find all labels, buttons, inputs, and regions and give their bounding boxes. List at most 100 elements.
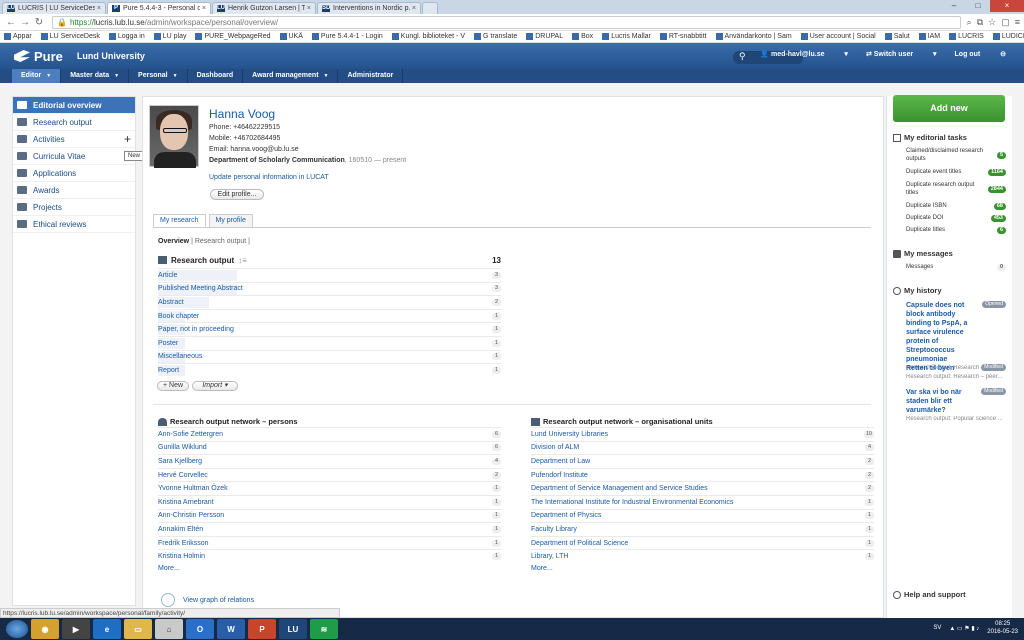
network-row[interactable]: Ann-Christin Persson 1 xyxy=(158,508,501,523)
bookmark-item[interactable]: RT-snabbtitt xyxy=(659,33,707,40)
sidebar-item-editorial-overview[interactable]: Editorial overview xyxy=(13,97,135,114)
bookmark-item[interactable]: Pure 5.4.4-1 - Login xyxy=(311,33,383,40)
tab-my-research[interactable]: My research xyxy=(153,214,206,227)
menu-icon[interactable]: ≡ xyxy=(1015,17,1020,28)
menu-dashboard[interactable]: Dashboard xyxy=(188,69,244,83)
user-menu[interactable]: 👤 med-havl@lu.se ▾ xyxy=(760,50,848,58)
research-output-row[interactable]: Article 3 xyxy=(158,268,501,282)
file-explorer-icon[interactable]: ▭ xyxy=(124,619,152,639)
network-row[interactable]: Gunilla Wiklund 6 xyxy=(158,440,501,455)
lu-app-icon[interactable]: LU xyxy=(279,619,307,639)
network-row[interactable]: Annakim Eltén 1 xyxy=(158,522,501,536)
tray-icons[interactable]: ▲ ▭ ⚑ ▮ ♪ xyxy=(949,625,979,632)
network-row[interactable]: Fredrik Eriksson 1 xyxy=(158,535,501,550)
pure-logo[interactable]: Pure xyxy=(14,49,63,64)
network-row[interactable]: Department of Law 2 xyxy=(531,454,874,468)
sidebar-item-curricula-vitae[interactable]: Curricula Vitae xyxy=(13,148,135,165)
network-row[interactable]: Sara Kjellberg 4 xyxy=(158,454,501,468)
edit-profile-button[interactable]: Edit profile... xyxy=(210,189,264,200)
history-item[interactable]: Var ska vi bo när staden blir ett varumä… xyxy=(906,388,1006,422)
more-link[interactable]: More... xyxy=(158,565,501,572)
network-row[interactable]: Lund University Libraries 10 xyxy=(531,427,874,441)
more-link[interactable]: More... xyxy=(531,565,874,572)
subtab-overview[interactable]: Overview xyxy=(158,238,189,245)
network-row[interactable]: Department of Political Science 1 xyxy=(531,535,874,550)
switch-user-button[interactable]: ⇄ Switch user ▾ xyxy=(866,50,937,58)
bookmark-item[interactable]: UKÄ xyxy=(279,33,303,40)
maximize-icon[interactable]: □ xyxy=(966,0,990,12)
menu-award-management[interactable]: Award management ▼ xyxy=(243,69,339,83)
research-output-row[interactable]: Published Meeting Abstract 3 xyxy=(158,281,501,296)
network-row[interactable]: Department of Service Management and Ser… xyxy=(531,481,874,495)
bookmark-item[interactable]: LU play xyxy=(153,33,186,40)
email-value[interactable]: hanna.voog@ub.lu.se xyxy=(230,146,298,153)
view-graph-link[interactable]: View graph of relations xyxy=(161,593,254,607)
help-support-link[interactable]: Help and support xyxy=(893,590,966,599)
network-row[interactable]: Library, LTH 1 xyxy=(531,549,874,563)
research-output-row[interactable]: Paper, not in proceeding 1 xyxy=(158,322,501,336)
network-row[interactable]: Kristina Arnebrant 1 xyxy=(158,494,501,509)
menu-master-data[interactable]: Master data ▼ xyxy=(61,69,130,83)
research-output-row[interactable]: Poster 1 xyxy=(158,335,501,350)
star-icon[interactable]: ☆ xyxy=(988,17,996,28)
import-button[interactable]: Import ▾ xyxy=(192,381,238,391)
browser-tab[interactable]: SD Interventions in Nordic p... × xyxy=(317,2,421,14)
menu-editor[interactable]: Editor ▼ xyxy=(12,69,62,83)
browser-tab[interactable]: LU LUCRIS | LU ServiceDesk × xyxy=(2,2,106,14)
plus-icon[interactable]: + xyxy=(124,133,131,145)
extension-icon[interactable]: ⧉ xyxy=(977,17,983,28)
sidebar-item-research-output[interactable]: Research output xyxy=(13,114,135,131)
profile-name[interactable]: Hanna Voog xyxy=(209,107,275,121)
bookmark-item[interactable]: Logga in xyxy=(108,33,145,40)
bookmark-item[interactable]: IAM xyxy=(918,33,940,40)
bookmark-item[interactable]: PURE_WebpageRed xyxy=(195,33,271,40)
bookmark-item[interactable]: Kungl. biblioteket - V xyxy=(391,33,465,40)
network-row[interactable]: Hervé Corvellec 2 xyxy=(158,467,501,482)
close-icon[interactable]: × xyxy=(97,3,101,14)
sort-icon[interactable]: ↕≡ xyxy=(238,256,247,265)
research-output-row[interactable]: Abstract 2 xyxy=(158,295,501,309)
bookmark-item[interactable]: DRUPAL xyxy=(526,33,563,40)
editorial-task[interactable]: Duplicate titles 6 xyxy=(906,226,1006,234)
update-lucat-link[interactable]: Update personal information in LUCAT xyxy=(209,174,329,181)
browser-tab-active[interactable]: P Pure 5.4.4-3 - Personal o... × xyxy=(107,2,211,14)
research-output-row[interactable]: Miscellaneous 1 xyxy=(158,349,501,364)
history-item[interactable]: Retten til byen Research output: Research… xyxy=(906,364,1006,380)
editorial-task[interactable]: Duplicate ISBN 68 xyxy=(906,202,1006,210)
editorial-task[interactable]: Duplicate research output titles 2844 xyxy=(906,181,1006,197)
page-icon[interactable]: ▢ xyxy=(1001,17,1010,28)
powerpoint-icon[interactable]: P xyxy=(248,619,276,639)
internet-explorer-icon[interactable]: e xyxy=(93,619,121,639)
bookmark-item[interactable]: LU ServiceDesk xyxy=(40,33,100,40)
chrome-icon[interactable]: ◉ xyxy=(31,619,59,639)
url-input[interactable]: 🔒 https://lucris.lub.lu.se/admin/workspa… xyxy=(52,15,961,29)
bookmark-item[interactable]: LUDICRIS NY xyxy=(992,33,1024,40)
bookmark-item[interactable]: User account | Social xyxy=(800,33,876,40)
window-close-icon[interactable]: × xyxy=(990,0,1024,12)
back-icon[interactable]: ← xyxy=(4,17,18,28)
browser-tab[interactable]: LU Henrik Gutzon Larsen | Th × xyxy=(212,2,316,14)
history-item[interactable]: Capsule does not block antibody binding … xyxy=(906,301,1006,371)
bookmark-item[interactable]: Lucris Mallar xyxy=(602,33,651,40)
close-icon[interactable]: × xyxy=(412,3,416,14)
start-button[interactable] xyxy=(6,620,28,638)
network-row[interactable]: Ann-Sofie Zettergren 6 xyxy=(158,427,501,441)
network-row[interactable]: Faculty Library 1 xyxy=(531,522,874,536)
sidebar-item-applications[interactable]: Applications xyxy=(13,165,135,182)
network-icon[interactable]: ⌂ xyxy=(155,619,183,639)
network-row[interactable]: The International Institute for Industri… xyxy=(531,494,874,509)
bookmark-item[interactable]: Appar xyxy=(4,33,32,40)
media-player-icon[interactable]: ▶ xyxy=(62,619,90,639)
close-icon[interactable]: × xyxy=(202,3,206,14)
sidebar-item-activities[interactable]: Activities + xyxy=(13,131,135,148)
messages-row[interactable]: Messages 0 xyxy=(906,263,1006,271)
spotify-icon[interactable]: ≋ xyxy=(310,619,338,639)
research-output-row[interactable]: Book chapter 1 xyxy=(158,308,501,323)
minimize-icon[interactable]: – xyxy=(942,0,966,12)
network-row[interactable]: Yvonne Hultman Özek 1 xyxy=(158,481,501,495)
subtab-research-output[interactable]: Research output xyxy=(195,238,246,245)
network-row[interactable]: Department of Physics 1 xyxy=(531,508,874,523)
add-new-button[interactable]: Add new xyxy=(893,95,1005,122)
sidebar-item-awards[interactable]: Awards xyxy=(13,182,135,199)
network-row[interactable]: Kristina Holmin 1 xyxy=(158,549,501,563)
